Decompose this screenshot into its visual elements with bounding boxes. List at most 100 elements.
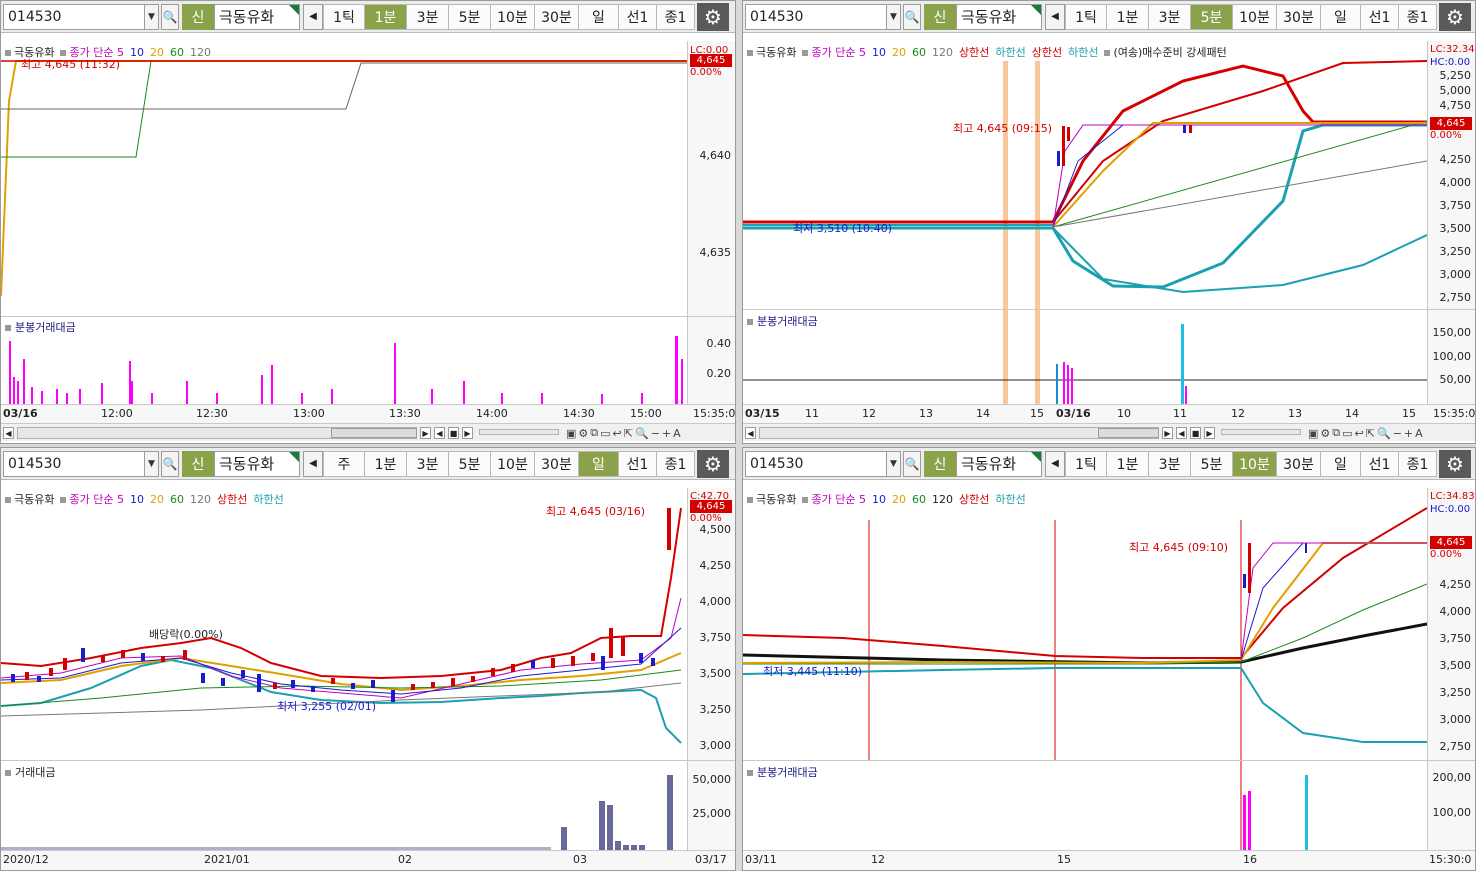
scroll-start-button[interactable]: ◀ — [1176, 427, 1187, 439]
chart-scroll-bar[interactable]: ◀ ▶ ◀ ■ ▶ ▣ ⚙ ⧉ ▭ ↩ ⇱ 🔍 − + A — [1, 423, 735, 441]
period-tab-30min[interactable]: 30분 — [535, 450, 579, 477]
copy-icon[interactable]: ⧉ — [1332, 426, 1340, 440]
prev-period-button[interactable]: ◀ — [303, 450, 323, 477]
stock-name-field[interactable]: 극동유화 — [956, 3, 1042, 30]
settings-button[interactable]: ⚙ — [697, 449, 729, 478]
period-tab-1min[interactable]: 1분 — [365, 3, 407, 30]
period-tab-1min[interactable]: 1분 — [365, 450, 407, 477]
period-tab-tick[interactable]: 1틱 — [1065, 3, 1107, 30]
settings-button[interactable]: ⚙ — [1439, 2, 1471, 31]
period-tab-30min[interactable]: 30분 — [1277, 3, 1321, 30]
period-tab-futures[interactable]: 선1 — [1361, 450, 1399, 477]
search-button[interactable]: 🔍 — [903, 450, 921, 477]
period-tab-3min[interactable]: 3분 — [1149, 3, 1191, 30]
period-tab-futures[interactable]: 선1 — [1361, 3, 1399, 30]
stock-name-field[interactable]: 극동유화 — [214, 3, 300, 30]
code-dropdown-button[interactable]: ▼ — [145, 450, 159, 477]
period-tab-day[interactable]: 일 — [579, 450, 619, 477]
plus-icon[interactable]: + — [1404, 427, 1413, 440]
zoom-icon[interactable]: 🔍 — [635, 427, 649, 440]
undo-icon[interactable]: ↩ — [613, 427, 622, 440]
period-tab-3min[interactable]: 3분 — [407, 3, 449, 30]
period-tab-tick[interactable]: 1틱 — [1065, 450, 1107, 477]
settings-icon[interactable]: ⚙ — [1320, 427, 1330, 440]
period-tab-close[interactable]: 종1 — [657, 3, 695, 30]
stop-button[interactable]: ■ — [1190, 427, 1201, 439]
text-icon[interactable]: A — [1415, 427, 1423, 440]
copy-icon[interactable]: ⧉ — [590, 426, 598, 440]
code-dropdown-button[interactable]: ▼ — [887, 450, 901, 477]
scroll-left-button[interactable]: ◀ — [3, 427, 14, 439]
chart-scroll-bar[interactable]: ◀ ▶ ◀ ■ ▶ ▣ ⚙ ⧉ ▭ ↩ ⇱ 🔍 − + A — [743, 423, 1475, 441]
period-tab-day[interactable]: 일 — [1321, 3, 1361, 30]
period-tab-day[interactable]: 일 — [1321, 450, 1361, 477]
stock-name-field[interactable]: 극동유화 — [956, 450, 1042, 477]
search-button[interactable]: 🔍 — [161, 3, 179, 30]
undo-icon[interactable]: ↩ — [1355, 427, 1364, 440]
period-tab-30min[interactable]: 30분 — [535, 3, 579, 30]
zoom-slider[interactable] — [479, 429, 559, 435]
price-chart[interactable] — [743, 488, 1427, 760]
zoom-icon[interactable]: 🔍 — [1377, 427, 1391, 440]
volume-chart[interactable] — [1, 319, 687, 404]
prev-period-button[interactable]: ◀ — [1045, 450, 1065, 477]
period-tab-5min[interactable]: 5분 — [1191, 450, 1233, 477]
period-tab-1min[interactable]: 1분 — [1107, 3, 1149, 30]
draw-icon[interactable]: ⇱ — [1366, 427, 1375, 440]
price-chart[interactable] — [1, 41, 687, 316]
prev-period-button[interactable]: ◀ — [303, 3, 323, 30]
new-listing-button[interactable]: 신 — [182, 450, 214, 477]
volume-chart[interactable] — [743, 310, 1427, 404]
new-listing-button[interactable]: 신 — [182, 3, 214, 30]
plus-icon[interactable]: + — [662, 427, 671, 440]
minus-icon[interactable]: − — [1393, 427, 1402, 440]
stock-code-input[interactable]: 014530 — [3, 3, 145, 30]
settings-icon[interactable]: ⚙ — [578, 427, 588, 440]
window-icon[interactable]: ▭ — [1342, 427, 1352, 440]
scroll-left-button[interactable]: ◀ — [745, 427, 756, 439]
period-tab-1min[interactable]: 1분 — [1107, 450, 1149, 477]
period-tab-30min[interactable]: 30분 — [1277, 450, 1321, 477]
new-listing-button[interactable]: 신 — [924, 3, 956, 30]
period-tab-5min[interactable]: 5분 — [449, 450, 491, 477]
scroll-end-button[interactable]: ▶ — [1204, 427, 1215, 439]
period-tab-futures[interactable]: 선1 — [619, 3, 657, 30]
period-tab-10min[interactable]: 10분 — [1233, 3, 1277, 30]
stock-code-input[interactable]: 014530 — [745, 450, 887, 477]
period-tab-futures[interactable]: 선1 — [619, 450, 657, 477]
period-tab-close[interactable]: 종1 — [1399, 3, 1437, 30]
scroll-right-button[interactable]: ▶ — [420, 427, 431, 439]
period-tab-3min[interactable]: 3분 — [407, 450, 449, 477]
zoom-slider[interactable] — [1221, 429, 1301, 435]
code-dropdown-button[interactable]: ▼ — [887, 3, 901, 30]
code-dropdown-button[interactable]: ▼ — [145, 3, 159, 30]
period-tab-3min[interactable]: 3분 — [1149, 450, 1191, 477]
period-tab-10min[interactable]: 10분 — [491, 450, 535, 477]
scroll-right-button[interactable]: ▶ — [1162, 427, 1173, 439]
draw-icon[interactable]: ⇱ — [624, 427, 633, 440]
compare-icon[interactable]: ▣ — [566, 427, 576, 440]
scroll-start-button[interactable]: ◀ — [434, 427, 445, 439]
period-tab-5min[interactable]: 5분 — [449, 3, 491, 30]
scroll-thumb[interactable] — [331, 428, 417, 438]
scroll-end-button[interactable]: ▶ — [462, 427, 473, 439]
period-tab-10min[interactable]: 10분 — [491, 3, 535, 30]
search-button[interactable]: 🔍 — [161, 450, 179, 477]
stock-code-input[interactable]: 014530 — [3, 450, 145, 477]
volume-chart[interactable] — [1, 761, 687, 850]
period-tab-close[interactable]: 종1 — [657, 450, 695, 477]
volume-chart[interactable] — [743, 761, 1427, 850]
new-listing-button[interactable]: 신 — [924, 450, 956, 477]
period-tab-10min[interactable]: 10분 — [1233, 450, 1277, 477]
period-tab-close[interactable]: 종1 — [1399, 450, 1437, 477]
prev-period-button[interactable]: ◀ — [1045, 3, 1065, 30]
stop-button[interactable]: ■ — [448, 427, 459, 439]
price-chart[interactable] — [743, 41, 1427, 309]
text-icon[interactable]: A — [673, 427, 681, 440]
window-icon[interactable]: ▭ — [600, 427, 610, 440]
scroll-thumb[interactable] — [1098, 428, 1159, 438]
period-tab-week[interactable]: 주 — [323, 450, 365, 477]
stock-code-input[interactable]: 014530 — [745, 3, 887, 30]
period-tab-tick[interactable]: 1틱 — [323, 3, 365, 30]
compare-icon[interactable]: ▣ — [1308, 427, 1318, 440]
